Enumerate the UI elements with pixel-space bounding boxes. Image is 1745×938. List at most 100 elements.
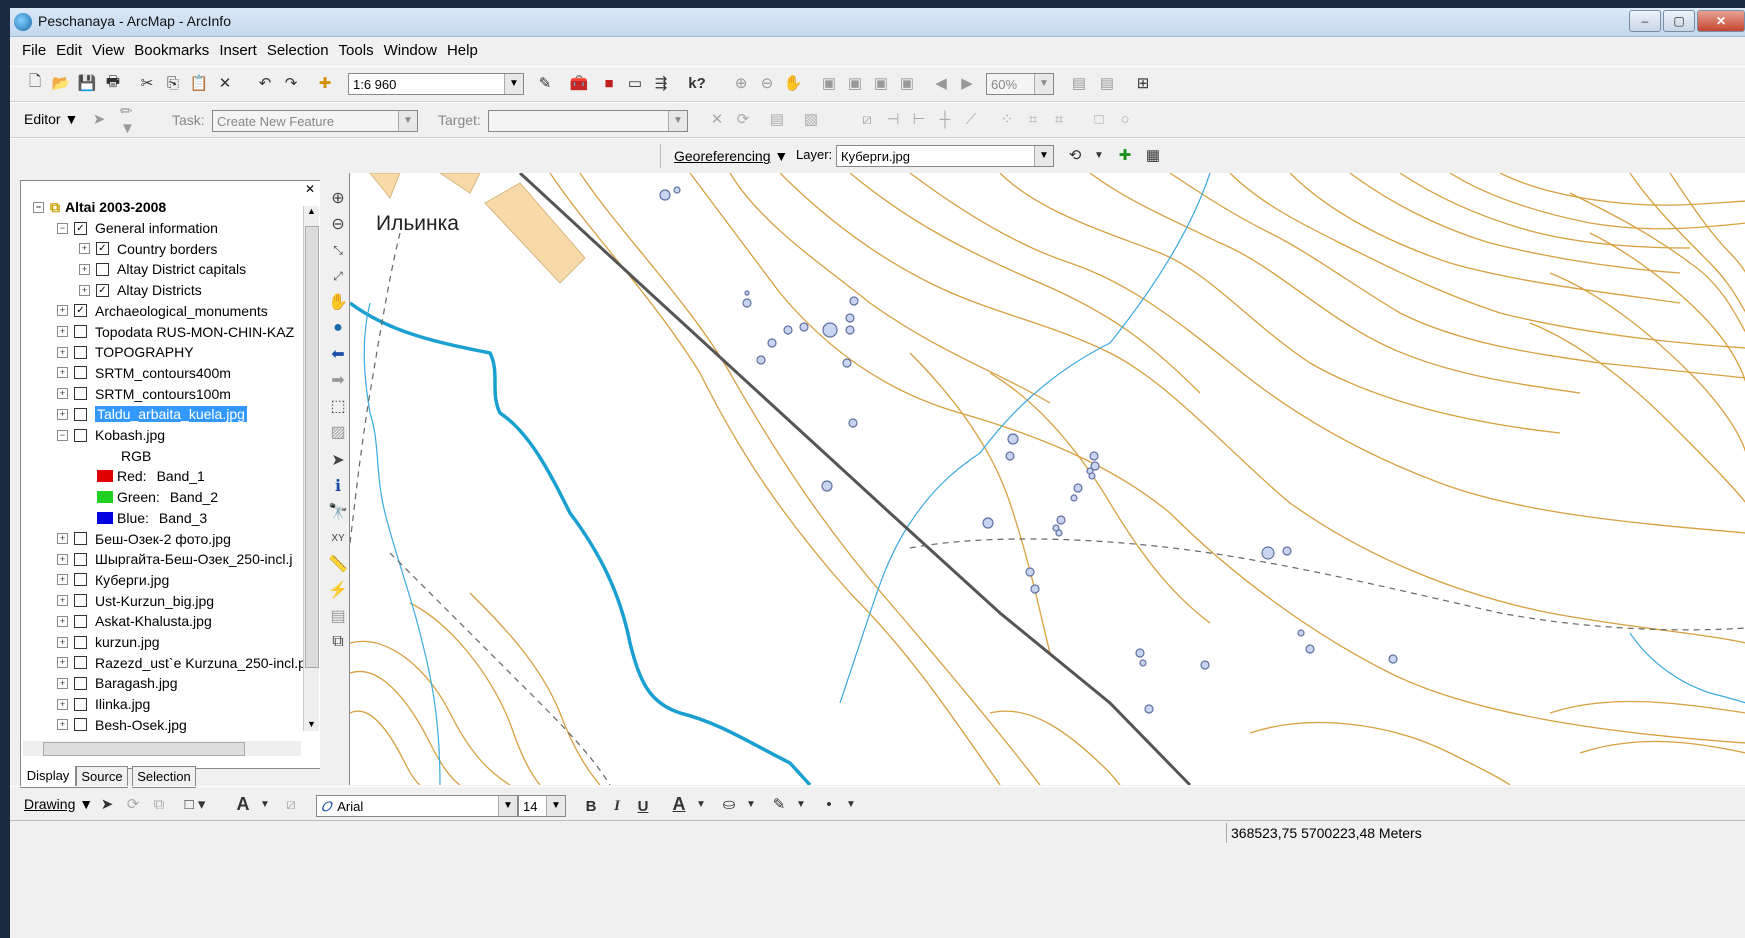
toc-layer-item[interactable]: + SRTM_contours100m — [57, 384, 231, 404]
expand-icon[interactable]: + — [57, 367, 68, 379]
toc-layer-item[interactable]: + ✓ Country borders — [79, 239, 217, 259]
add-data-icon[interactable]: ✚ — [314, 72, 336, 94]
toggle-draft-mode-icon[interactable]: ▤ — [1068, 72, 1090, 94]
toc-layer-item[interactable]: + Askat-Khalusta.jpg — [57, 611, 212, 631]
toc-layer-item[interactable]: − Kobash.jpg — [57, 425, 165, 445]
toc-layer-item[interactable]: + Ust-Kurzun_big.jpg — [57, 591, 214, 611]
minimize-button[interactable]: – — [1629, 10, 1661, 32]
zoom-whole-page-icon[interactable]: ▣ — [818, 72, 840, 94]
save-icon[interactable]: 💾 — [76, 72, 98, 94]
redo-icon[interactable]: ↷ — [280, 72, 302, 94]
measure-icon[interactable]: 📏 — [326, 552, 350, 576]
layer-visibility-checkbox[interactable] — [74, 614, 87, 628]
pan-hand-icon[interactable]: ✋ — [326, 290, 350, 314]
view-link-table-icon[interactable]: ▦ — [1142, 144, 1164, 166]
expand-icon[interactable]: + — [57, 326, 68, 337]
expand-icon[interactable]: + — [57, 698, 68, 710]
command-line-icon[interactable]: ▭ — [624, 72, 646, 94]
hyperlink-icon[interactable]: ⚡ — [326, 578, 350, 602]
toc-layer-item[interactable]: + Topodata RUS-MON-CHIN-KAZ — [57, 322, 294, 342]
go-to-xy-icon[interactable]: XY — [326, 526, 350, 550]
expand-icon[interactable]: + — [57, 636, 68, 648]
chevron-down-icon[interactable]: ▼ — [504, 74, 523, 94]
layer-name[interactable]: Razezd_ust`e Kurzuna_250-incl.p — [95, 655, 306, 671]
expand-icon[interactable]: + — [57, 719, 68, 731]
smooth-icon[interactable]: ⌗ — [1022, 108, 1044, 130]
expand-icon[interactable]: + — [57, 388, 68, 400]
tab-display[interactable]: Display — [20, 766, 76, 788]
fixed-zoom-in-map-icon[interactable]: ⤡ — [326, 238, 350, 262]
collapse-icon[interactable]: − — [57, 429, 68, 441]
go-back-extent-icon[interactable]: ◀ — [930, 72, 952, 94]
layer-name[interactable]: Askat-Khalusta.jpg — [95, 613, 212, 629]
layer-name[interactable]: Baragash.jpg — [95, 675, 178, 691]
chevron-down-icon[interactable]: ▼ — [668, 111, 687, 131]
toc-horizontal-scrollbar[interactable] — [23, 741, 301, 756]
layer-name[interactable]: TOPOGRAPHY — [95, 344, 194, 360]
font-size-combo[interactable]: 14 ▼ — [518, 795, 566, 817]
zoom-100-icon[interactable]: ▣ — [844, 72, 866, 94]
toc-layer-item[interactable]: + SRTM_contours400m — [57, 363, 231, 383]
print-icon[interactable]: 🖶 — [102, 72, 124, 94]
toc-layer-item[interactable]: + Altay District capitals — [79, 259, 246, 279]
toc-layer-item[interactable]: + Шыргайта-Беш-Озек_250-incl.j — [57, 549, 293, 569]
fixed-zoom-out-icon[interactable]: ▣ — [896, 72, 918, 94]
layer-visibility-checkbox[interactable] — [74, 345, 87, 359]
menu-file[interactable]: File — [22, 42, 46, 59]
paste-icon[interactable]: 📋 — [188, 72, 210, 94]
copy-parallel-icon[interactable]: ⌗ — [1048, 108, 1070, 130]
split-tool-icon[interactable]: ✕ — [706, 108, 728, 130]
layer-visibility-checkbox[interactable] — [74, 325, 87, 338]
menu-tools[interactable]: Tools — [339, 42, 374, 59]
toc-layer-item[interactable]: + kurzun.jpg — [57, 632, 160, 652]
toc-layer-item[interactable]: + ✓ Altay Districts — [79, 280, 202, 300]
extend-icon[interactable]: ⊢ — [908, 108, 930, 130]
layer-visibility-checkbox[interactable]: ✓ — [74, 221, 87, 235]
layer-visibility-checkbox[interactable] — [74, 428, 87, 442]
edit-vertices-icon[interactable]: ⧄ — [280, 793, 302, 815]
menu-help[interactable]: Help — [447, 42, 478, 59]
go-forward-extent-icon[interactable]: ▶ — [956, 72, 978, 94]
collapse-icon[interactable]: − — [33, 201, 44, 213]
select-features-icon[interactable]: ⬚ — [326, 394, 350, 418]
maximize-button[interactable]: ▢ — [1663, 10, 1695, 32]
layer-visibility-checkbox[interactable] — [74, 387, 87, 401]
new-document-icon[interactable]: 🗋 — [24, 72, 46, 94]
layer-visibility-checkbox[interactable] — [74, 656, 87, 670]
reshape-icon[interactable]: ⧄ — [856, 108, 878, 130]
bold-button[interactable]: B — [580, 795, 602, 817]
close-icon[interactable]: ✕ — [305, 182, 315, 196]
toc-layer-item[interactable]: + Ilinka.jpg — [57, 694, 150, 714]
attributes-icon[interactable]: ▤ — [766, 108, 788, 130]
chevron-down-icon[interactable]: ▼ — [398, 111, 417, 131]
layer-visibility-checkbox[interactable] — [74, 676, 87, 690]
layer-name[interactable]: Altay Districts — [117, 282, 202, 298]
expand-icon[interactable]: + — [57, 346, 68, 358]
expand-icon[interactable]: + — [79, 243, 90, 255]
circle-tool-icon[interactable]: ○ — [1114, 108, 1136, 130]
map-display[interactable]: Ильинка — [349, 173, 1745, 785]
layer-name[interactable]: Ilinka.jpg — [95, 696, 150, 712]
layout-pan-icon[interactable]: ✋ — [782, 72, 804, 94]
select-elements-icon[interactable]: ➤ — [96, 793, 118, 815]
underline-button[interactable]: U — [632, 795, 654, 817]
toc-layer-item[interactable]: + TOPOGRAPHY — [57, 342, 194, 362]
font-color-icon[interactable]: A — [668, 793, 690, 815]
generalize-icon[interactable]: ⁘ — [996, 108, 1018, 130]
rectangle-icon[interactable]: □ ▾ — [184, 793, 206, 815]
layer-visibility-checkbox[interactable] — [74, 552, 87, 566]
layout-zoom-out-icon[interactable]: ⊖ — [756, 72, 778, 94]
target-combo[interactable]: ▼ — [488, 110, 688, 132]
chevron-down-icon[interactable]: ▼ — [1034, 74, 1053, 94]
layer-visibility-checkbox[interactable] — [74, 573, 87, 587]
layer-name[interactable]: Taldu_arbaita_kuela.jpg — [95, 406, 247, 423]
scrollbar-thumb[interactable] — [43, 742, 245, 756]
chevron-down-icon[interactable]: ▼ — [1034, 146, 1053, 166]
expand-icon[interactable]: + — [57, 305, 68, 317]
close-button[interactable]: ✕ — [1697, 10, 1745, 32]
zoom-to-elements-icon[interactable]: ⧉ — [148, 793, 170, 815]
layout-zoom-combo[interactable]: 60% ▼ — [986, 73, 1054, 95]
scrollbar-thumb[interactable] — [305, 226, 319, 668]
layer-name[interactable]: Беш-Озек-2 фото.jpg — [95, 531, 231, 547]
layer-visibility-checkbox[interactable]: ✓ — [96, 283, 109, 297]
